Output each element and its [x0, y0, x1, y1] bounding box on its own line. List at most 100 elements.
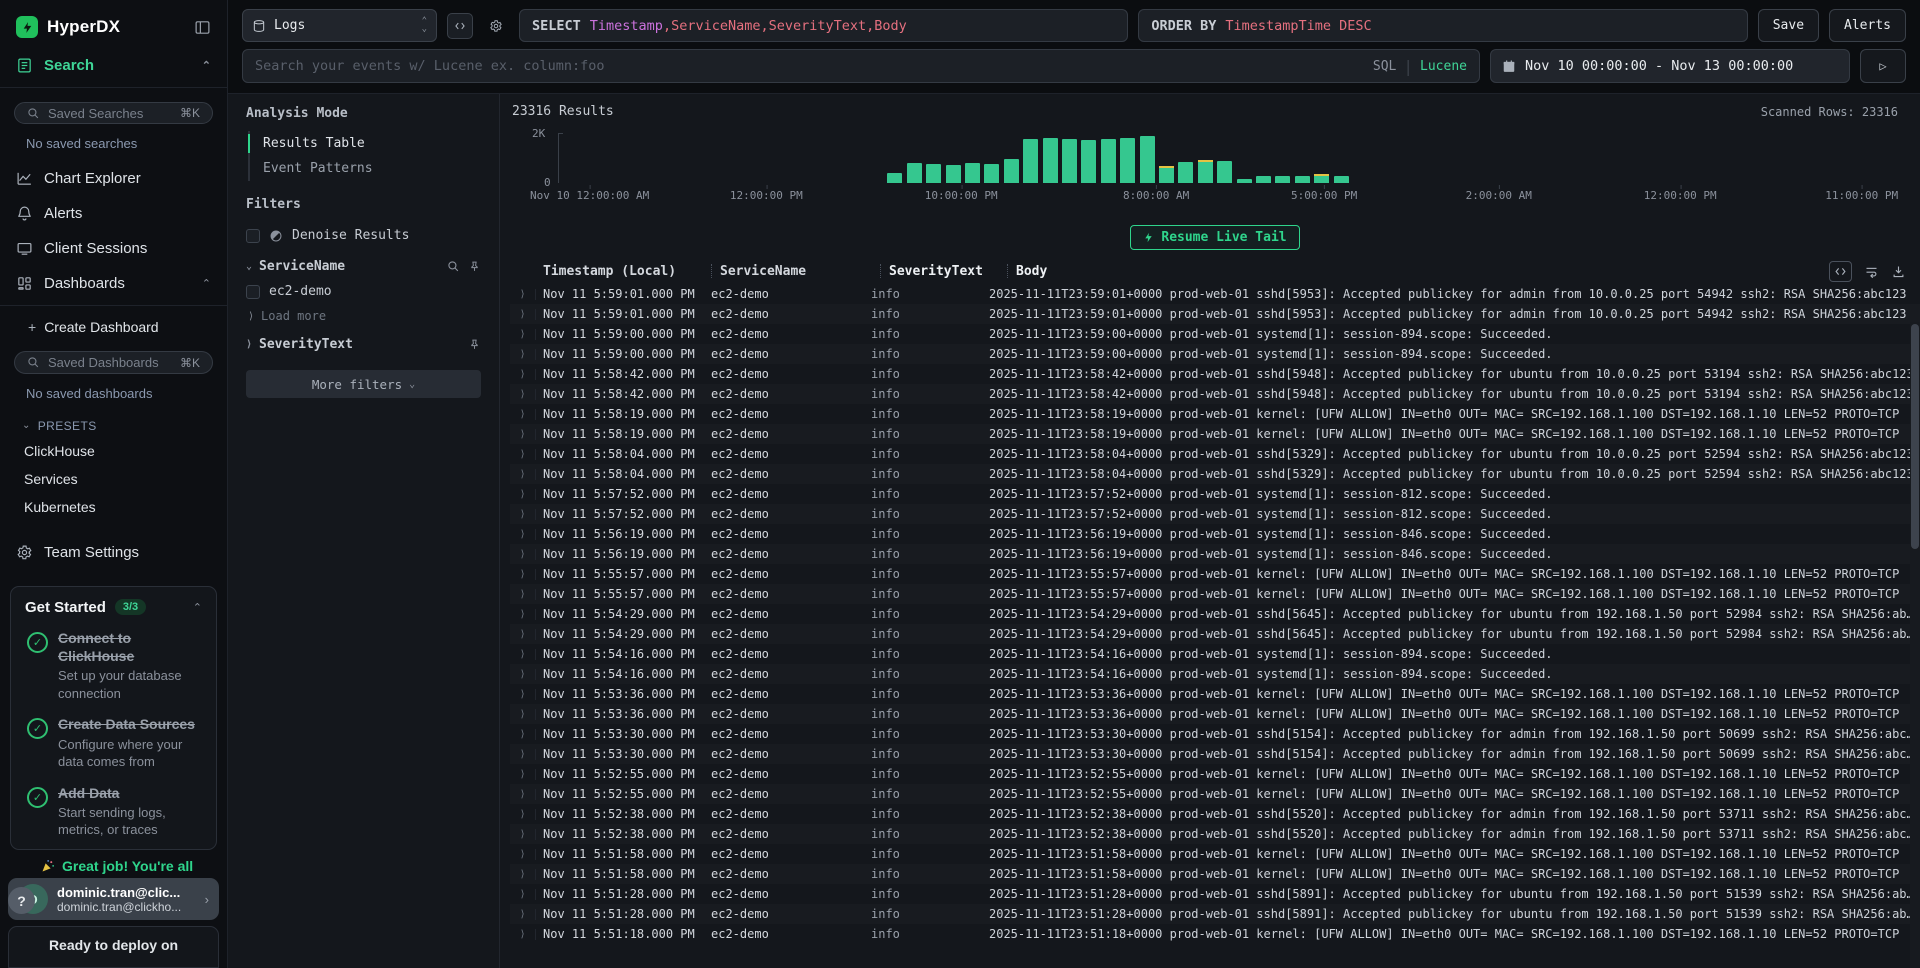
histogram-bar[interactable]	[965, 163, 980, 183]
date-range-picker[interactable]: Nov 10 00:00:00 - Nov 13 00:00:00	[1490, 49, 1850, 83]
expand-row-icon[interactable]: ⟩	[510, 449, 536, 460]
preset-clickhouse[interactable]: ClickHouse	[0, 437, 227, 465]
histogram-bar[interactable]	[1314, 174, 1329, 183]
order-by-input[interactable]: ORDER BY TimestampTime DESC	[1138, 9, 1747, 42]
expand-row-icon[interactable]: ⟩	[510, 369, 536, 380]
chevron-up-icon[interactable]: ⌃	[202, 277, 211, 290]
expand-row-icon[interactable]: ⟩	[510, 429, 536, 440]
expand-row-icon[interactable]: ⟩	[510, 729, 536, 740]
table-row[interactable]: ⟩Nov 11 5:54:29.000 PMec2-demoinfo2025-1…	[510, 624, 1920, 644]
download-button[interactable]	[1891, 264, 1906, 279]
expand-row-icon[interactable]: ⟩	[510, 769, 536, 780]
sidebar-item-alerts[interactable]: Alerts	[0, 196, 227, 231]
table-row[interactable]: ⟩Nov 11 5:55:57.000 PMec2-demoinfo2025-1…	[510, 584, 1920, 604]
expand-row-icon[interactable]: ⟩	[510, 509, 536, 520]
expand-row-icon[interactable]: ⟩	[510, 889, 536, 900]
expand-row-icon[interactable]: ⟩	[510, 489, 536, 500]
saved-searches-input[interactable]: Saved Searches ⌘K	[14, 102, 213, 124]
chevron-up-icon[interactable]: ⌃	[202, 59, 211, 72]
expand-row-icon[interactable]: ⟩	[510, 609, 536, 620]
table-row[interactable]: ⟩Nov 11 5:55:57.000 PMec2-demoinfo2025-1…	[510, 564, 1920, 584]
chevron-up-icon[interactable]: ⌃	[193, 601, 202, 614]
deploy-note[interactable]: Ready to deploy on	[8, 926, 219, 968]
table-row[interactable]: ⟩Nov 11 5:51:58.000 PMec2-demoinfo2025-1…	[510, 844, 1920, 864]
tab-results-table[interactable]: Results Table	[250, 131, 481, 156]
histogram-bar[interactable]	[887, 173, 902, 183]
table-row[interactable]: ⟩Nov 11 5:58:04.000 PMec2-demoinfo2025-1…	[510, 444, 1920, 464]
expand-row-icon[interactable]: ⟩	[510, 689, 536, 700]
denoise-checkbox[interactable]	[246, 229, 260, 243]
histogram-bar[interactable]	[1120, 138, 1135, 183]
table-row[interactable]: ⟩Nov 11 5:51:58.000 PMec2-demoinfo2025-1…	[510, 864, 1920, 884]
expand-row-icon[interactable]: ⟩	[510, 849, 536, 860]
table-row[interactable]: ⟩Nov 11 5:52:38.000 PMec2-demoinfo2025-1…	[510, 804, 1920, 824]
expand-row-icon[interactable]: ⟩	[510, 549, 536, 560]
sidebar-item-dashboards[interactable]: Dashboards ⌃	[0, 266, 227, 301]
denoise-results-toggle[interactable]: Denoise Results	[246, 222, 481, 249]
task-connect-clickhouse[interactable]: ✓ Connect to ClickHouse Set up your data…	[25, 629, 202, 702]
save-button[interactable]: Save	[1758, 9, 1819, 42]
histogram-bar[interactable]	[1043, 138, 1058, 183]
search-icon[interactable]	[447, 260, 460, 273]
column-resize-handle[interactable]	[1007, 264, 1008, 278]
sidebar-item-search[interactable]: Search ⌃	[0, 48, 227, 83]
sidebar-item-chart-explorer[interactable]: Chart Explorer	[0, 161, 227, 196]
table-row[interactable]: ⟩Nov 11 5:59:00.000 PMec2-demoinfo2025-1…	[510, 324, 1920, 344]
source-settings-button[interactable]	[483, 13, 509, 39]
table-scrollbar[interactable]	[1910, 322, 1920, 968]
column-resize-handle[interactable]	[880, 264, 881, 278]
table-row[interactable]: ⟩Nov 11 5:58:04.000 PMec2-demoinfo2025-1…	[510, 464, 1920, 484]
expand-row-icon[interactable]: ⟩	[510, 709, 536, 720]
table-row[interactable]: ⟩Nov 11 5:53:30.000 PMec2-demoinfo2025-1…	[510, 724, 1920, 744]
table-row[interactable]: ⟩Nov 11 5:52:55.000 PMec2-demoinfo2025-1…	[510, 784, 1920, 804]
task-create-data-sources[interactable]: ✓ Create Data Sources Configure where yo…	[25, 715, 202, 770]
table-row[interactable]: ⟩Nov 11 5:59:00.000 PMec2-demoinfo2025-1…	[510, 344, 1920, 364]
preset-kubernetes[interactable]: Kubernetes	[0, 493, 227, 521]
expand-row-icon[interactable]: ⟩	[510, 569, 536, 580]
expand-row-icon[interactable]: ⟩	[510, 469, 536, 480]
resume-live-tail-button[interactable]: Resume Live Tail	[1130, 225, 1299, 250]
table-row[interactable]: ⟩Nov 11 5:53:36.000 PMec2-demoinfo2025-1…	[510, 704, 1920, 724]
histogram-bar[interactable]	[1081, 140, 1096, 183]
table-row[interactable]: ⟩Nov 11 5:58:42.000 PMec2-demoinfo2025-1…	[510, 384, 1920, 404]
preset-services[interactable]: Services	[0, 465, 227, 493]
table-row[interactable]: ⟩Nov 11 5:58:42.000 PMec2-demoinfo2025-1…	[510, 364, 1920, 384]
histogram-bar[interactable]	[926, 164, 941, 183]
table-row[interactable]: ⟩Nov 11 5:58:19.000 PMec2-demoinfo2025-1…	[510, 404, 1920, 424]
sidebar-item-team-settings[interactable]: Team Settings	[0, 535, 227, 570]
histogram-bar[interactable]	[1023, 139, 1038, 183]
column-header-timestamp[interactable]: Timestamp (Local)	[543, 264, 711, 279]
expand-row-icon[interactable]: ⟩	[510, 629, 536, 640]
edit-source-button[interactable]	[447, 13, 473, 39]
histogram-bar[interactable]	[1198, 160, 1213, 183]
expand-row-icon[interactable]: ⟩	[510, 309, 536, 320]
histogram-bar[interactable]	[1237, 179, 1252, 183]
histogram-bar[interactable]	[1295, 176, 1310, 183]
expand-row-icon[interactable]: ⟩	[510, 809, 536, 820]
alerts-button[interactable]: Alerts	[1829, 9, 1906, 42]
histogram-bar[interactable]	[1101, 139, 1116, 183]
table-row[interactable]: ⟩Nov 11 5:52:55.000 PMec2-demoinfo2025-1…	[510, 764, 1920, 784]
pin-icon[interactable]	[468, 260, 481, 273]
presets-toggle[interactable]: ⌄ PRESETS	[0, 411, 227, 437]
scrollbar-thumb[interactable]	[1911, 324, 1919, 549]
sidebar-item-client-sessions[interactable]: Client Sessions	[0, 231, 227, 266]
table-row[interactable]: ⟩Nov 11 5:56:19.000 PMec2-demoinfo2025-1…	[510, 524, 1920, 544]
expand-row-icon[interactable]: ⟩	[510, 789, 536, 800]
column-resize-handle[interactable]	[711, 264, 712, 278]
expand-row-icon[interactable]: ⟩	[510, 909, 536, 920]
expand-row-icon[interactable]: ⟩	[510, 929, 536, 940]
expand-row-icon[interactable]: ⟩	[510, 589, 536, 600]
table-row[interactable]: ⟩Nov 11 5:59:01.000 PMec2-demoinfo2025-1…	[510, 284, 1920, 304]
expand-row-icon[interactable]: ⟩	[510, 389, 536, 400]
tab-event-patterns[interactable]: Event Patterns	[250, 156, 481, 181]
language-toggle-sql[interactable]: SQL	[1373, 59, 1396, 74]
filter-group-servicename[interactable]: ⌄ ServiceName	[246, 249, 481, 278]
wrap-lines-button[interactable]	[1864, 264, 1879, 279]
histogram-bar[interactable]	[1217, 161, 1232, 183]
histogram-bar[interactable]	[1275, 176, 1290, 183]
column-header-body[interactable]: Body	[1016, 264, 1047, 279]
table-row[interactable]: ⟩Nov 11 5:52:38.000 PMec2-demoinfo2025-1…	[510, 824, 1920, 844]
expand-row-icon[interactable]: ⟩	[510, 409, 536, 420]
language-toggle-lucene[interactable]: Lucene	[1420, 59, 1467, 74]
